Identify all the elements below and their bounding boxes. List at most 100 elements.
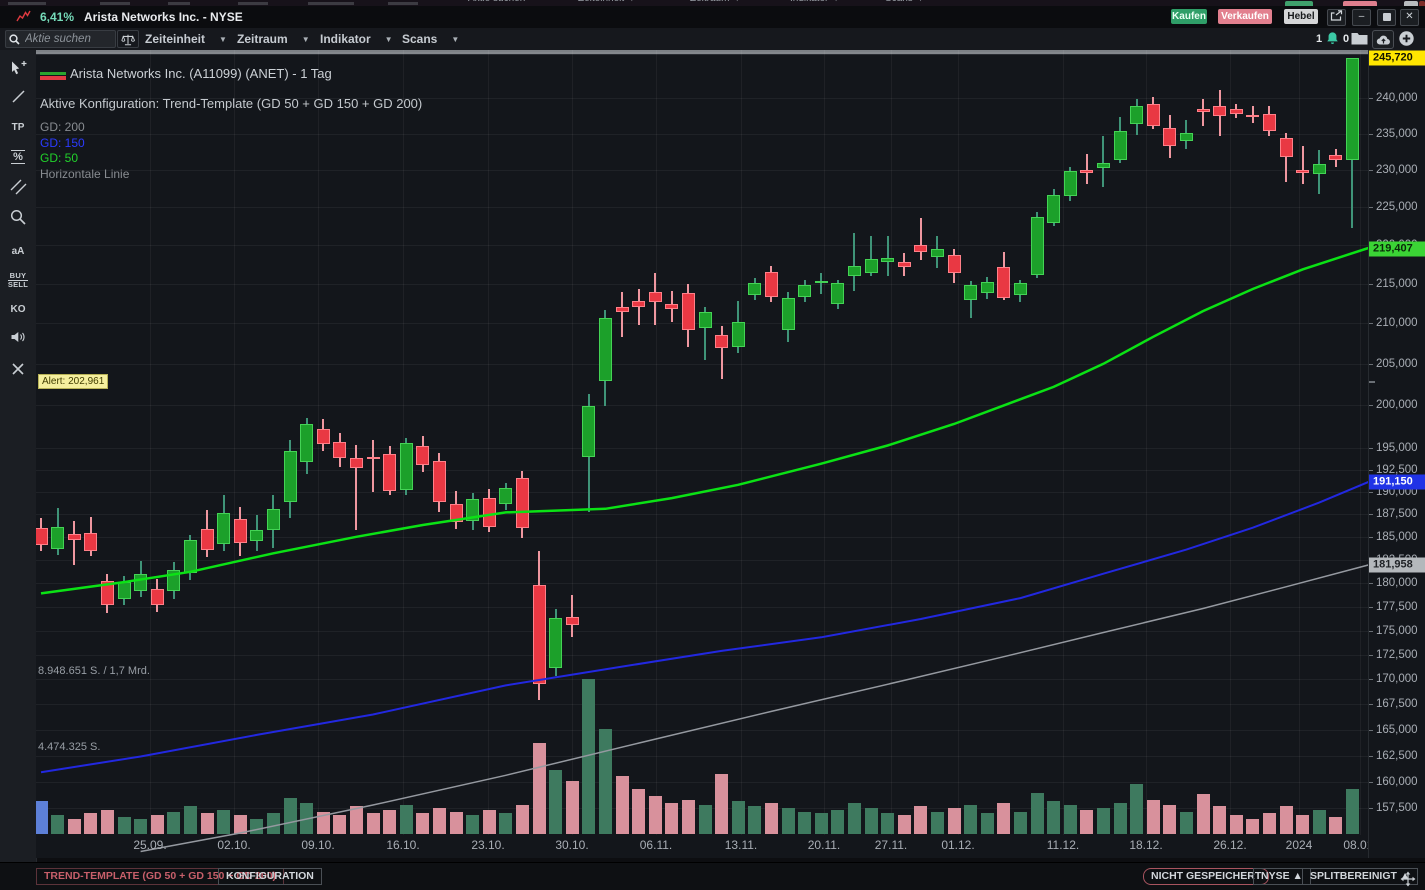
chart-canvas[interactable]: Arista Networks Inc. (A11099) (ANET) - 1… (36, 50, 1368, 858)
background-text-smudge (100, 2, 130, 5)
tool-label: aA (11, 245, 25, 257)
volume-bar (1080, 809, 1094, 834)
candle-body (266, 508, 280, 531)
price-tick-label: 177,500 (1376, 600, 1418, 613)
grid-line-horizontal (36, 244, 1368, 246)
sidebar-audio-tool[interactable] (3, 325, 33, 351)
grid-line-horizontal (36, 169, 1368, 171)
volume-bar (51, 815, 65, 834)
compare-scales-icon[interactable] (117, 30, 139, 48)
background-toolbar-fragment: Aktie suchen (468, 0, 525, 4)
candle-body (482, 498, 496, 527)
sidebar-cursor-tool[interactable] (3, 57, 33, 83)
price-tick-label: 170,000 (1376, 673, 1418, 686)
alert-price-tick (1369, 380, 1375, 383)
price-tick-label: 240,000 (1376, 92, 1418, 104)
maximize-icon[interactable] (1377, 9, 1396, 26)
menu-scans[interactable]: Scans ▼ (402, 32, 459, 46)
add-icon[interactable] (1398, 30, 1415, 52)
price-tick-label: 215,000 (1376, 277, 1418, 290)
price-tick-label: 195,000 (1376, 442, 1418, 455)
volume-bar (598, 729, 612, 834)
candle-body (1013, 283, 1027, 296)
menu-indikator[interactable]: Indikator ▼ (320, 32, 393, 46)
candle-wick (1102, 135, 1105, 187)
volume-bar (582, 679, 596, 834)
candle-body (1229, 108, 1243, 114)
candle-body (383, 454, 397, 491)
leverage-button[interactable]: Hebel (1284, 9, 1318, 24)
cloud-upload-icon[interactable] (1372, 30, 1394, 49)
sidebar-text-tool[interactable]: aA (3, 238, 33, 264)
sidebar-delete-tool[interactable] (3, 357, 33, 383)
menu-zeitraum[interactable]: Zeitraum ▼ (237, 32, 310, 46)
not-saved-badge[interactable]: NICHT GESPEICHERT (1143, 868, 1270, 885)
candle-body (930, 248, 944, 257)
candle-body (1179, 133, 1193, 142)
grid-line-vertical (824, 50, 825, 835)
window-title: Arista Networks Inc. - NYSE (84, 10, 243, 24)
price-tick-label: 165,000 (1376, 723, 1418, 736)
popout-icon-glyph (1330, 10, 1343, 21)
candle-body (565, 617, 579, 625)
volume-bar (217, 809, 231, 834)
candle-body (466, 498, 480, 521)
sidebar-line-tool[interactable] (3, 85, 33, 111)
close-icon[interactable]: ✕ (1400, 9, 1419, 26)
bell-icon[interactable] (1325, 31, 1340, 51)
series-legend-icon (40, 72, 66, 80)
volume-bar (914, 806, 928, 834)
search-box[interactable] (5, 30, 116, 48)
volume-bar (549, 770, 563, 834)
tool-label: TP (11, 121, 25, 133)
volume-bar (366, 813, 380, 834)
grid-line-horizontal (36, 729, 1368, 731)
volume-bar (416, 813, 430, 834)
candle-body (632, 300, 646, 308)
sidebar-percent-tool[interactable]: % (3, 144, 33, 170)
sidebar-tp-tool[interactable]: TP (3, 114, 33, 140)
candle-body (1096, 163, 1110, 168)
popout-icon[interactable] (1327, 9, 1346, 26)
volume-bar (1113, 803, 1127, 834)
legend-item: GD: 150 (40, 136, 85, 150)
price-tick (1369, 755, 1373, 757)
legend-item: Horizontale Linie (40, 167, 130, 181)
move-icon[interactable] (1400, 871, 1416, 887)
alerts-count: 1 (1316, 33, 1323, 45)
volume-bar (1163, 804, 1177, 834)
sidebar-ko-tool[interactable]: KO (3, 296, 33, 322)
volume-bar (134, 818, 148, 834)
candle-body (781, 297, 795, 330)
diagonal-line-icon (11, 89, 26, 107)
buy-button[interactable]: Kaufen (1171, 9, 1207, 24)
grid-line-vertical (891, 50, 892, 835)
folder-icon[interactable] (1351, 32, 1368, 50)
minimize-icon[interactable]: – (1352, 9, 1371, 26)
tool-label: KO (10, 303, 26, 315)
grid-line-horizontal (36, 283, 1368, 285)
konfiguration-button[interactable]: KONFIGURATION (218, 868, 322, 885)
legend-item: GD: 50 (40, 151, 79, 165)
sidebar-buy-sell-tool[interactable]: BUY SELL (3, 267, 33, 293)
candle-body (532, 584, 546, 685)
candle-body (997, 267, 1011, 298)
menu-zeiteinheit[interactable]: Zeiteinheit ▼ (145, 32, 227, 46)
alert-label[interactable]: Alert: 202,961 (38, 373, 109, 389)
candle-body (914, 245, 928, 253)
sell-button[interactable]: Verkaufen (1218, 9, 1272, 24)
sidebar-parallel-lines-tool[interactable] (3, 175, 33, 201)
sidebar-zoom-tool[interactable] (3, 205, 33, 231)
candle-body (117, 582, 131, 600)
price-tick-label: 230,000 (1376, 163, 1418, 176)
volume-bar (250, 818, 264, 834)
search-input[interactable] (23, 32, 109, 46)
volume-bar (764, 803, 778, 834)
candle-body (798, 285, 812, 297)
candle-body (333, 442, 347, 458)
menu-label: Zeitraum (237, 32, 288, 46)
candle-body (84, 533, 98, 552)
x-icon (11, 362, 25, 379)
candle-body (731, 322, 745, 348)
price-axis[interactable]: 240,000235,000230,000225,000220,000215,0… (1368, 50, 1425, 858)
